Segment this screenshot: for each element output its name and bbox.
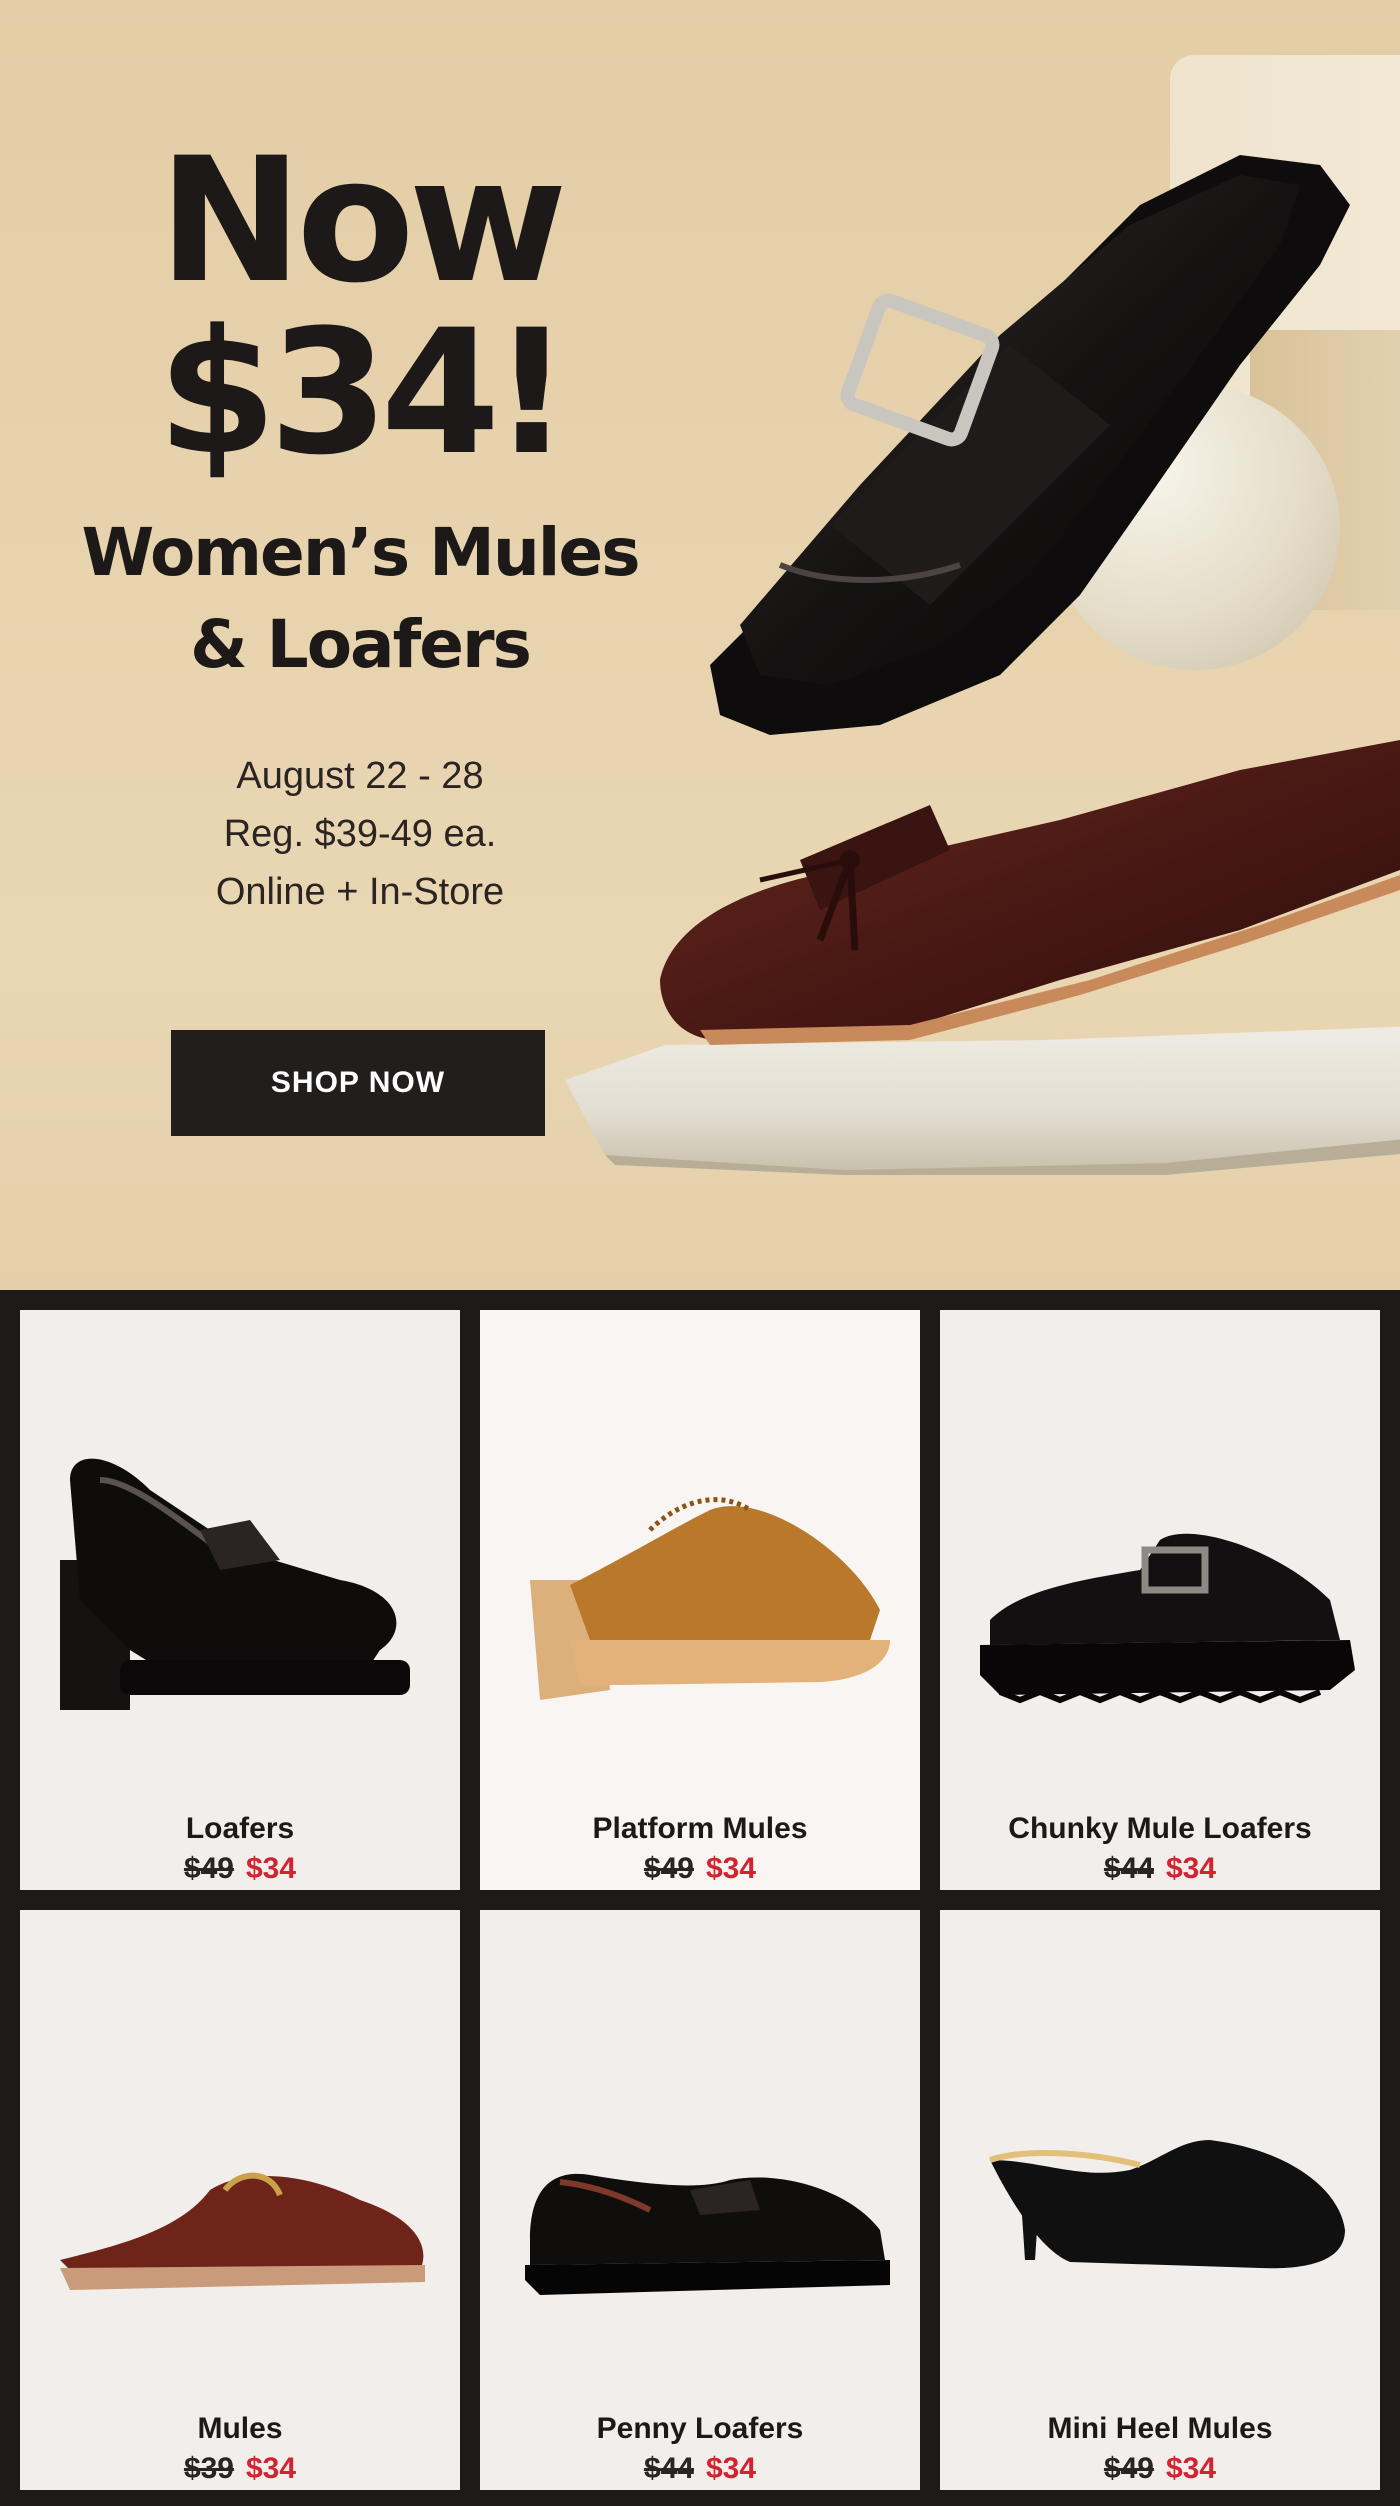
product-card-chunky-mule-loafers[interactable]: Chunky Mule Loafers $44 $34 (940, 1310, 1380, 1890)
product-name: Penny Loafers (596, 2412, 804, 2445)
hero-details: August 22 - 28 Reg. $39-49 ea. Online + … (40, 747, 680, 921)
sale-price: $34 (246, 1852, 297, 1885)
product-name: Mules (197, 2412, 283, 2445)
product-price: $49 $34 (480, 1852, 920, 1886)
product-card-penny-loafers[interactable]: Penny Loafers $44 $34 (480, 1910, 920, 2490)
black-chunky-mule-image (980, 1533, 1355, 1704)
original-price: $49 (643, 1852, 694, 1885)
sale-price: $34 (706, 1852, 757, 1885)
sale-price: $34 (246, 2452, 297, 2485)
hero-copy: Now $34! Women’s Mules & Loafers August … (40, 135, 680, 921)
brown-horsebit-mule-image (60, 2172, 425, 2290)
product-name: Chunky Mule Loafers (1008, 1812, 1312, 1845)
sale-price: $34 (706, 2452, 757, 2485)
original-price: $44 (643, 2452, 694, 2485)
hero-subheadline-line1: Women’s Mules (81, 514, 641, 591)
product-card-mini-heel-mules[interactable]: Mini Heel Mules $49 $34 (940, 1910, 1380, 2490)
hero-headline-price: $34! (157, 292, 570, 493)
black-penny-loafer-image (525, 2173, 890, 2295)
sale-price: $34 (1166, 1852, 1217, 1885)
product-price: $39 $34 (20, 2452, 460, 2486)
product-name: Mini Heel Mules (1047, 2412, 1273, 2445)
hero-banner[interactable]: Now $34! Women’s Mules & Loafers August … (0, 0, 1400, 1290)
black-heeled-loafer-image (60, 1458, 410, 1710)
sale-dates: August 22 - 28 (236, 755, 484, 797)
product-grid: Loafers $49 $34 Platform Mules $49 $34 Chu… (0, 1290, 1400, 2506)
product-price: $44 $34 (940, 1852, 1380, 1886)
availability-note: Online + In-Store (215, 871, 505, 913)
black-buckle-mule-image (710, 155, 1350, 735)
tan-platform-mule-image (530, 1497, 890, 1700)
hero-subheadline-line2: & Loafers (190, 606, 532, 683)
product-price: $49 $34 (20, 1852, 460, 1886)
product-price: $49 $34 (940, 2452, 1380, 2486)
shop-now-button[interactable]: SHOP NOW (171, 1030, 545, 1136)
product-card-loafers[interactable]: Loafers $49 $34 (20, 1310, 460, 1890)
product-card-mules[interactable]: Mules $39 $34 (20, 1910, 460, 2490)
original-price: $44 (1103, 1852, 1154, 1885)
product-name: Platform Mules (592, 1812, 808, 1845)
product-price: $44 $34 (480, 2452, 920, 2486)
black-mini-heel-mule-image (989, 2140, 1345, 2269)
product-name: Loafers (185, 1812, 295, 1845)
sale-price: $34 (1166, 2452, 1217, 2485)
regular-price-note: Reg. $39-49 ea. (223, 813, 497, 855)
original-price: $49 (183, 1852, 234, 1885)
burgundy-tassel-loafer-image (660, 740, 1400, 1045)
hero-headline-now: Now (158, 120, 567, 321)
original-price: $49 (1103, 2452, 1154, 2485)
product-card-platform-mules[interactable]: Platform Mules $49 $34 (480, 1310, 920, 1890)
original-price: $39 (183, 2452, 234, 2485)
